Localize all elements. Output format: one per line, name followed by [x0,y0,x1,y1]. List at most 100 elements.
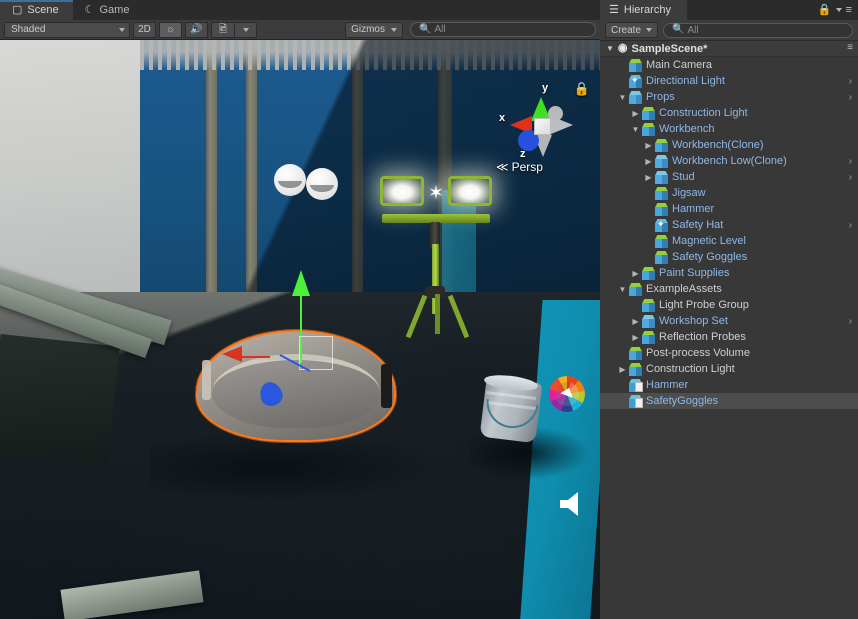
prefab-cube-icon [628,346,643,360]
tab-scene[interactable]: ▢ Scene [0,0,73,21]
light-cube-icon [654,218,669,232]
scene-audio-toggle[interactable]: 🔊 [185,21,208,38]
hierarchy-row-label: Workbench Low(Clone) [672,155,787,167]
hierarchy-row-label: Workbench [659,123,715,135]
plain-cube-icon [654,170,669,184]
tab-game[interactable]: ☾ Game [73,0,144,20]
hierarchy-row[interactable]: ▶ Construction Light [600,105,858,121]
tripod-leg [447,294,470,339]
scene-effects-toggle[interactable]: 🖻 [211,21,234,38]
create-button[interactable]: Create [605,22,659,38]
lock-icon[interactable]: 🔒 [574,82,590,95]
chevron-right-icon[interactable]: ▶ [617,365,628,374]
hierarchy-row[interactable]: Directional Light › [600,73,858,89]
hierarchy-tab-actions: 🔒 ≡ [818,0,858,20]
chevron-right-icon[interactable]: › [849,316,852,327]
chevron-right-icon[interactable]: ▶ [630,109,641,118]
light-probe-sphere [274,164,306,196]
chevron-right-icon[interactable]: ▶ [630,269,641,278]
search-icon: 🔍 [672,24,685,35]
chevron-down-icon [242,27,249,32]
chevron-right-icon[interactable]: ▶ [630,333,641,342]
hierarchy-row[interactable]: ▶ Workshop Set › [600,313,858,329]
chevron-right-icon[interactable]: ▶ [643,157,654,166]
prefab-cube-icon [641,330,656,344]
audio-source-icon[interactable] [554,488,586,520]
chevron-right-icon[interactable]: › [849,172,852,183]
prefab-cube-icon [654,234,669,248]
scene-context-menu-icon[interactable]: ≡ [847,43,853,53]
chevron-right-icon[interactable]: › [849,156,852,167]
lamp-head-right [448,176,492,206]
hierarchy-row[interactable]: SafetyGoggles [600,393,858,409]
plain-cube-icon [641,314,656,328]
scene-search-placeholder: All [434,24,446,35]
hierarchy-row-label: Props [646,91,675,103]
chevron-right-icon[interactable]: › [849,220,852,231]
hierarchy-row[interactable]: ▶ Workbench Low(Clone) › [600,153,858,169]
move-gizmo-x-handle[interactable] [222,346,242,362]
lock-icon[interactable]: 🔒 [818,4,832,16]
chevron-right-icon[interactable]: ▶ [643,141,654,150]
hierarchy-row[interactable]: Main Camera [600,57,858,73]
chevron-down-icon[interactable]: ▼ [630,125,641,134]
hierarchy-row[interactable]: Magnetic Level [600,233,858,249]
prefab-cube-icon [628,362,643,376]
hierarchy-row[interactable]: ▶ Paint Supplies [600,265,858,281]
hierarchy-row[interactable]: Hammer [600,201,858,217]
chevron-down-icon [391,27,397,32]
chevron-down-icon[interactable] [835,8,842,12]
hierarchy-row[interactable]: Jigsaw [600,185,858,201]
hierarchy-row-label: Main Camera [646,59,713,71]
scene-tabbar: ▢ Scene ☾ Game [0,0,600,21]
toggle-2d-button[interactable]: 2D [133,21,156,38]
chevron-down-icon[interactable]: ▼ [617,285,628,294]
chevron-right-icon[interactable]: › [849,76,852,87]
chevron-right-icon[interactable]: ▶ [630,317,641,326]
hierarchy-row-label: Hammer [646,379,689,391]
scene-effects-dropdown[interactable] [234,21,257,38]
hierarchy-row[interactable]: ▶ Workbench(Clone) [600,137,858,153]
move-gizmo-y-handle[interactable] [292,270,310,296]
move-gizmo-plane-handle[interactable] [299,336,333,370]
hierarchy-row-label: Workbench(Clone) [672,139,764,151]
image-icon: 🖻 [218,23,228,35]
hierarchy-row[interactable]: ▼ Workbench [600,121,858,137]
hierarchy-row[interactable]: Safety Goggles [600,249,858,265]
chevron-left-icon: ≪ [496,160,509,174]
chevron-down-icon[interactable]: ▼ [606,44,614,53]
hierarchy-row[interactable]: ▶ Stud › [600,169,858,185]
chevron-right-icon[interactable]: ▶ [643,173,654,182]
tab-hierarchy[interactable]: ☰ Hierarchy [600,0,687,20]
kebab-menu-icon[interactable]: ≡ [846,4,852,16]
plain-cube-icon [654,154,669,168]
hierarchy-row[interactable]: Hammer [600,377,858,393]
hierarchy-row[interactable]: ▶ Reflection Probes [600,329,858,345]
hierarchy-row[interactable]: ▼ ExampleAssets [600,281,858,297]
scene-root-row[interactable]: ▼ ◉ SampleScene* ≡ [600,41,858,57]
hierarchy-row[interactable]: ▼ Props › [600,89,858,105]
hierarchy-row[interactable]: Safety Hat › [600,217,858,233]
gizmo-center-cube[interactable] [534,118,551,135]
lamp-head-left [380,176,424,206]
projection-toggle[interactable]: ≪ Persp [496,160,543,174]
toggle-2d-label: 2D [138,24,151,35]
hierarchy-row[interactable]: Post-process Volume [600,345,858,361]
gizmos-dropdown[interactable]: Gizmos [345,21,403,38]
chevron-right-icon[interactable]: › [849,92,852,103]
hierarchy-search-input[interactable]: 🔍 All [663,22,853,38]
scene-viewport[interactable]: ✶ 🔒 y x z ≪ Persp [0,40,600,619]
prefab-cube-icon [654,186,669,200]
scene-lighting-toggle[interactable]: ☼ [159,21,182,38]
chevron-down-icon[interactable]: ▼ [617,93,628,102]
hierarchy-row-label: Magnetic Level [672,235,746,247]
post-process-volume-icon[interactable] [549,376,585,412]
scene-toolbar: Shaded 2D ☼ 🔊 🖻 Gizmos 🔍 All [0,20,600,40]
draw-mode-dropdown[interactable]: Shaded [4,21,130,38]
hierarchy-tree[interactable]: Main Camera Directional Light › ▼ Props › ▶ Con… [600,57,858,601]
scene-orientation-gizmo[interactable]: 🔒 y x z ≪ Persp [496,78,590,178]
scene-search-field[interactable]: 🔍 All [410,22,596,37]
hierarchy-row[interactable]: ▶ Construction Light [600,361,858,377]
hierarchy-row-label: Safety Goggles [672,251,748,263]
hierarchy-row[interactable]: Light Probe Group [600,297,858,313]
